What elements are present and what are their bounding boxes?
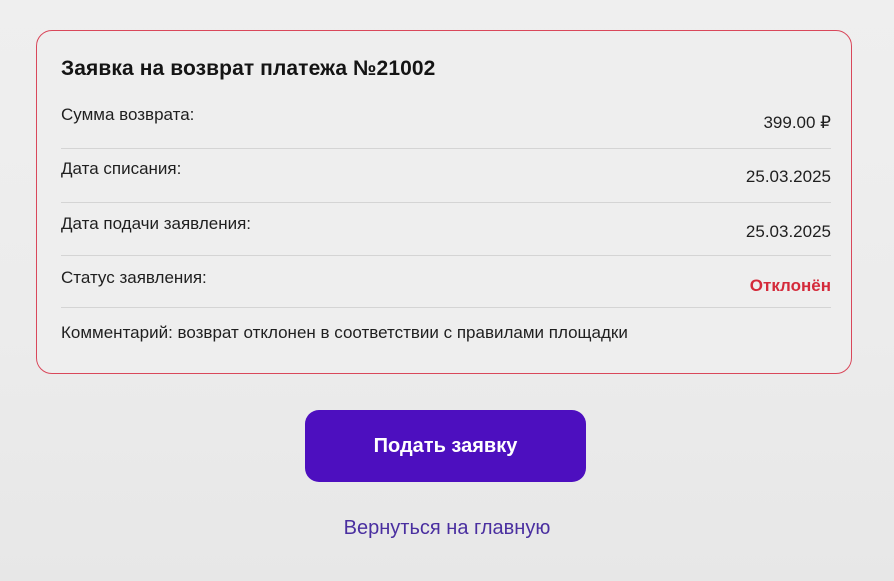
refund-amount-label: Сумма возврата:	[61, 105, 195, 124]
refund-request-card: Заявка на возврат платежа №21002 Сумма в…	[36, 30, 852, 374]
submission-date-row: Дата подачи заявления: 25.03.2025	[61, 214, 831, 266]
refund-amount-row: Сумма возврата: 399.00 ₽	[61, 105, 831, 157]
status-row: Статус заявления: Отклонён	[61, 268, 831, 320]
row-divider	[61, 202, 831, 203]
status-badge: Отклонён	[749, 276, 831, 295]
charge-date-value: 25.03.2025	[745, 167, 831, 186]
charge-date-label: Дата списания:	[61, 159, 182, 178]
row-divider	[61, 307, 831, 308]
row-divider	[61, 148, 831, 149]
status-label: Статус заявления:	[61, 268, 207, 287]
charge-date-row: Дата списания: 25.03.2025	[61, 159, 831, 211]
submission-date-label: Дата подачи заявления:	[61, 214, 252, 233]
row-divider	[61, 255, 831, 256]
comment-text: Комментарий: возврат отклонен в соответс…	[61, 323, 628, 342]
refund-amount-value: 399.00 ₽	[763, 113, 831, 132]
submission-date-value: 25.03.2025	[745, 222, 831, 241]
card-title: Заявка на возврат платежа №21002	[61, 57, 436, 80]
back-to-home-link[interactable]: Вернуться на главную	[0, 517, 894, 540]
submit-request-button[interactable]: Подать заявку	[305, 410, 586, 482]
